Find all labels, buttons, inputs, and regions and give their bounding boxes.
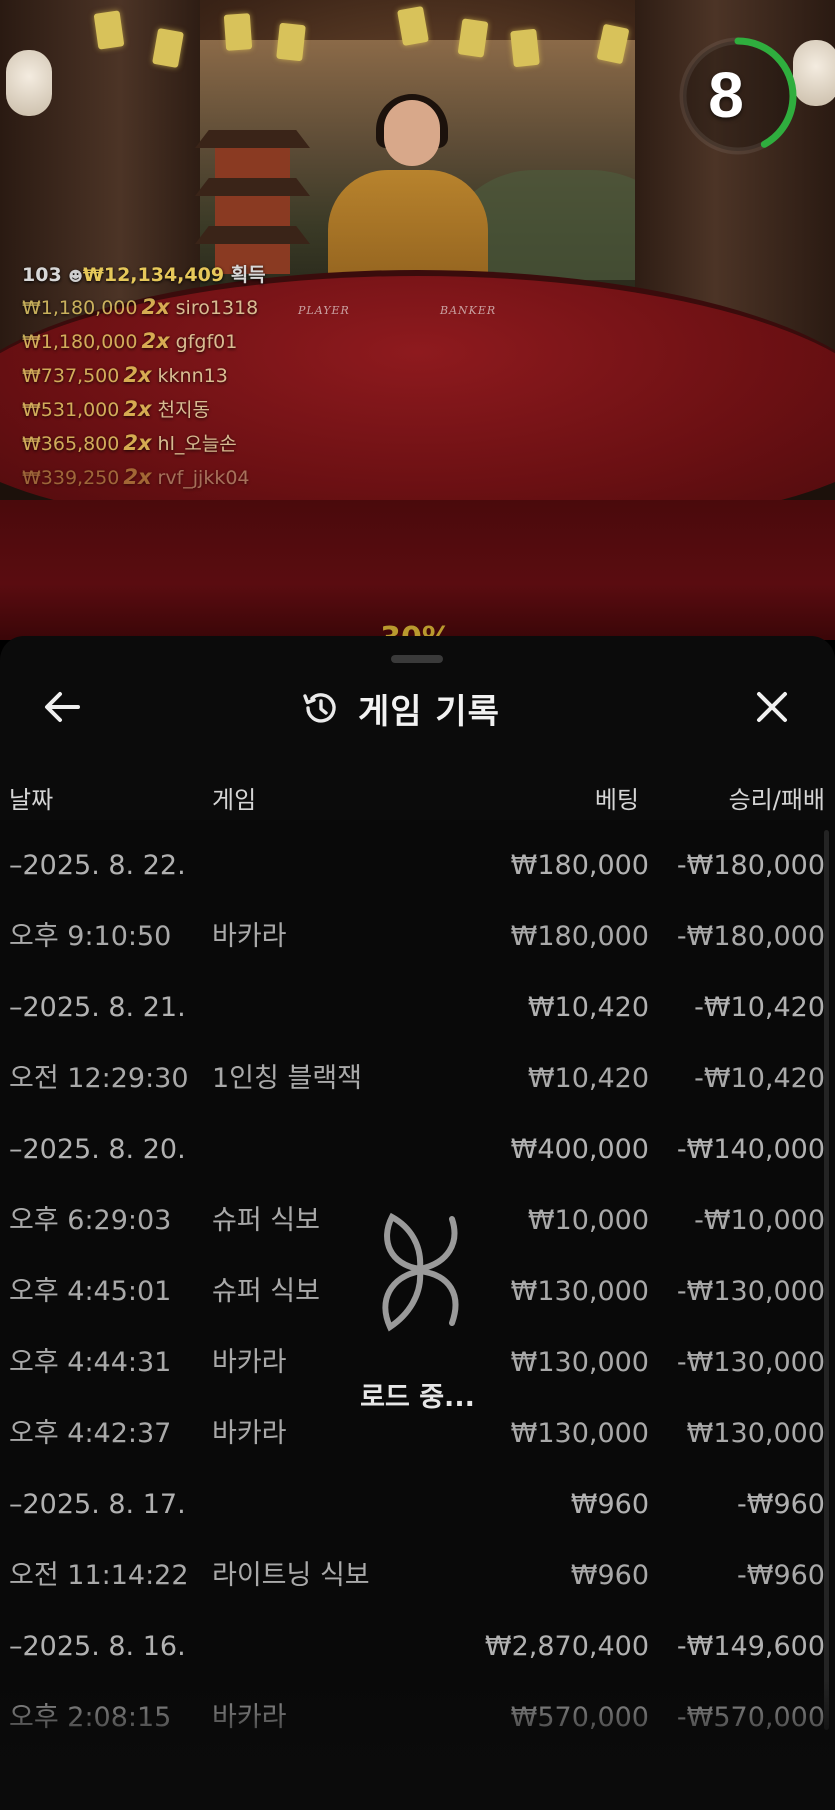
countdown-timer-value: 8 [708,59,744,131]
winner-name: siro1318 [175,297,259,319]
close-icon [757,692,787,722]
gold-card-decoration [276,22,306,62]
multiplier-badge: 2x [123,363,152,387]
winner-name: hl_오늘손 [157,433,237,455]
gold-card-decoration [510,28,540,68]
winners-summary: 103 ☻₩12,134,409 획득 [22,260,402,290]
history-clock-icon [303,693,336,723]
column-header-date: 날짜 [9,786,54,814]
multiplier-badge: 2x [123,465,152,489]
winner-row: ₩737,500 2x kknn13 [22,363,228,387]
loading-text: 로드 중... [360,1382,475,1413]
close-button[interactable] [748,684,796,730]
winner-name: gfgf01 [175,331,238,353]
winner-row: ₩531,000 2x 천지동 [22,397,210,421]
winner-row: ₩1,180,000 2x gfgf01 [22,329,238,353]
column-header-bet: 베팅 [594,786,639,814]
gold-card-decoration [93,10,125,50]
column-header-game: 게임 [212,786,257,814]
winner-row: ₩339,250 2x rvf_jjkk04 [22,465,250,489]
gold-card-decoration [397,6,429,46]
winners-count: 103 [22,264,62,286]
gold-card-decoration [457,18,489,58]
multiplier-badge: 2x [141,329,170,353]
gold-card-decoration [223,13,253,51]
winners-list: 103 ☻₩12,134,409 획득 ₩1,180,000 2x siro1318… [22,260,402,494]
winner-name: kknn13 [157,365,228,387]
sheet-title: 게임 기록 [358,691,500,732]
multiplier-badge: 2x [123,397,152,421]
sheet-header: 게임 기록 [300,680,550,736]
winner-name: 천지동 [157,399,210,421]
winner-row: ₩1,180,000 2x siro1318 [22,295,259,319]
winners-total-amount: ₩12,134,409 [82,264,225,286]
person-icon: ☻ [68,269,83,285]
loading-spinner-icon [382,1212,459,1332]
lantern-left [6,50,52,116]
multiplier-badge: 2x [123,431,152,455]
winners-summary-suffix: 획득 [230,264,266,286]
column-header-result: 승리/패배 [728,786,825,814]
winner-row: ₩365,800 2x hl_오늘손 [22,431,237,455]
winner-name: rvf_jjkk04 [157,467,250,489]
sheet-drag-handle[interactable] [391,655,443,663]
back-button[interactable] [38,686,86,728]
pagoda-decoration [195,130,310,274]
multiplier-badge: 2x [141,295,170,319]
list-bottom-fade [0,1680,835,1810]
scene-floor [0,500,835,640]
arrow-left-icon [45,692,80,722]
table-banker-label: BANKER [440,304,497,317]
